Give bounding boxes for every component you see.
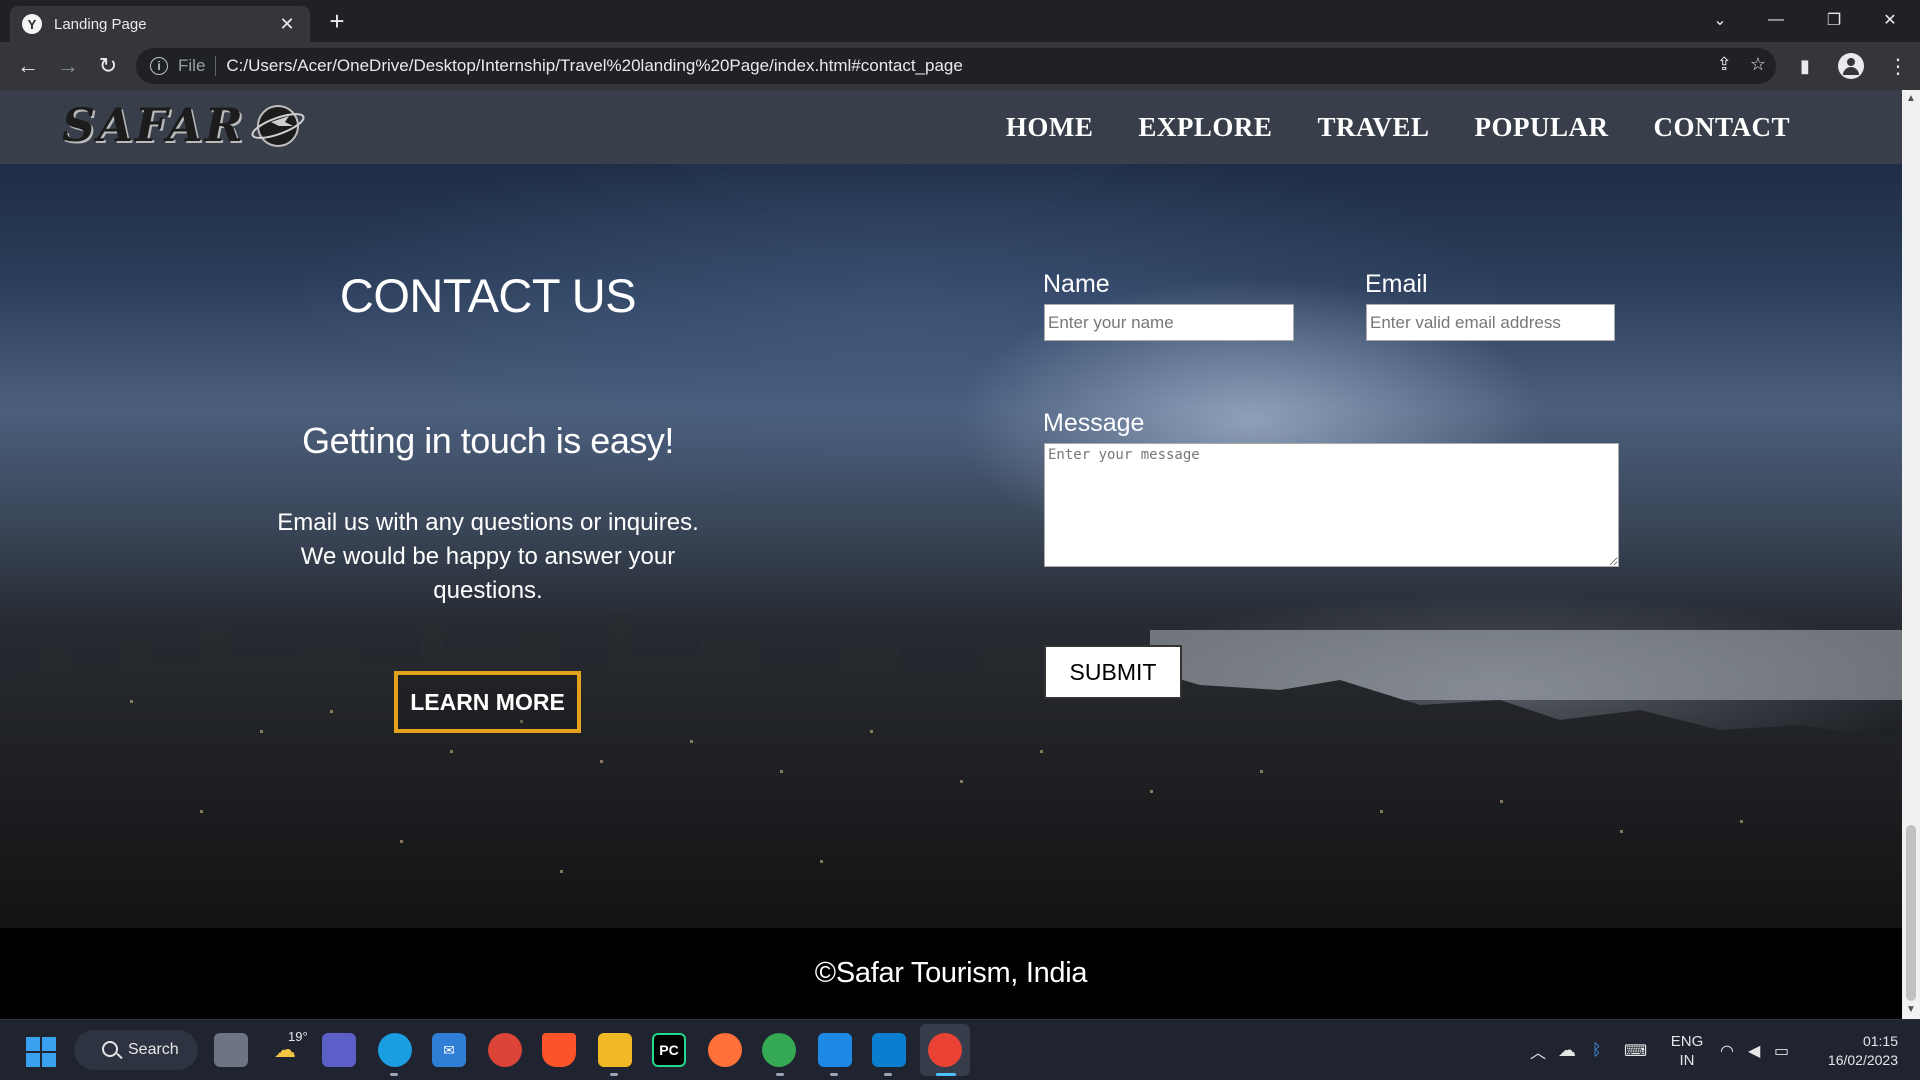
bookmark-star-icon[interactable]: ☆	[1750, 54, 1766, 75]
tab-title: Landing Page	[54, 15, 147, 33]
address-divider	[215, 56, 217, 76]
chrome-active-icon[interactable]	[928, 1033, 962, 1067]
taskbar-search-label: Search	[128, 1041, 179, 1058]
site-footer: ©Safar Tourism, India	[0, 928, 1902, 1019]
scroll-down-arrow-icon[interactable]: ▼	[1902, 1001, 1920, 1019]
contact-title: CONTACT US	[339, 269, 637, 322]
volume-icon[interactable]: ◀	[1748, 1020, 1760, 1080]
language-indicator[interactable]: ENG IN	[1664, 1032, 1710, 1070]
nav-travel[interactable]: TRAVEL	[1317, 112, 1429, 143]
tab-search-chevron-icon[interactable]: ⌄	[1692, 0, 1748, 40]
name-input[interactable]	[1044, 304, 1294, 341]
menu-kebab-icon[interactable]: ⋮	[1888, 42, 1908, 90]
minimize-icon[interactable]: —	[1748, 0, 1804, 40]
chrome-icon[interactable]	[488, 1033, 522, 1067]
tab-close-icon[interactable]: ✕	[276, 14, 298, 35]
new-tab-icon[interactable]: +	[322, 6, 352, 36]
browser-toolbar: ← → ↻ i File C:/Users/Acer/OneDrive/Desk…	[0, 42, 1920, 90]
nav-explore[interactable]: EXPLORE	[1138, 112, 1272, 143]
message-textarea[interactable]	[1044, 443, 1619, 567]
share-icon[interactable]: ⇪	[1717, 54, 1732, 75]
browser-tab-bar: Y Landing Page ✕ + ⌄ — ❐ ✕	[0, 0, 1920, 42]
email-input[interactable]	[1366, 304, 1615, 341]
name-label: Name	[1043, 270, 1110, 298]
tray-overflow-icon[interactable]: ︿	[1530, 1020, 1546, 1080]
pycharm-icon[interactable]: PC	[652, 1033, 686, 1067]
profile-avatar[interactable]	[1838, 42, 1864, 90]
restore-icon[interactable]: ❐	[1806, 0, 1862, 40]
language-secondary: IN	[1679, 1052, 1695, 1069]
teams-chat-icon[interactable]	[322, 1033, 356, 1067]
search-icon	[102, 1041, 118, 1057]
vscode-icon[interactable]	[872, 1033, 906, 1067]
nav-home[interactable]: HOME	[1006, 112, 1094, 143]
nav-popular[interactable]: POPULAR	[1474, 112, 1608, 143]
brave-icon[interactable]	[542, 1033, 576, 1067]
taskbar-search[interactable]: Search	[74, 1030, 198, 1070]
page-scrollbar[interactable]: ▲ ▼	[1902, 90, 1920, 1019]
site-logo[interactable]: SAFAR	[62, 96, 307, 154]
learn-more-button[interactable]: LEARN MORE	[394, 671, 581, 733]
edge-icon[interactable]	[378, 1033, 412, 1067]
contact-description: Email us with any questions or inquires.…	[277, 509, 699, 604]
footer-copyright: ©Safar Tourism, India	[814, 957, 1088, 989]
weather-temperature: 19°	[288, 1029, 308, 1044]
globe-plane-icon	[251, 105, 305, 147]
address-bar[interactable]: i File C:/Users/Acer/OneDrive/Desktop/In…	[136, 48, 1776, 84]
scroll-thumb[interactable]	[1906, 825, 1916, 1001]
side-panel-icon[interactable]: ▮	[1800, 42, 1810, 90]
windows-start-icon[interactable]	[26, 1037, 56, 1067]
windows-taskbar: Search ☁ 19° ✉ PC ︿ ☁ ᛒ ⌨ ENG IN ◠ ◀ ▭ 0…	[0, 1019, 1920, 1080]
nav-contact[interactable]: CONTACT	[1653, 112, 1790, 143]
site-nav: HOME EXPLORE TRAVEL POPULAR CONTACT	[1006, 90, 1790, 164]
contact-section: SAFAR HOME EXPLORE TRAVEL POPULAR CONTAC…	[0, 90, 1902, 928]
system-clock[interactable]: 01:15 16/02/2023	[1808, 1032, 1898, 1070]
notepad-icon[interactable]	[818, 1033, 852, 1067]
logo-wordmark: SAFAR	[62, 98, 245, 152]
back-icon[interactable]: ←	[8, 46, 48, 86]
clock-time: 01:15	[1862, 1033, 1898, 1049]
site-info-icon[interactable]: i	[150, 57, 168, 75]
file-explorer-icon[interactable]	[598, 1033, 632, 1067]
mail-icon[interactable]: ✉	[432, 1033, 466, 1067]
page-viewport: SAFAR HOME EXPLORE TRAVEL POPULAR CONTAC…	[0, 90, 1902, 1019]
email-label: Email	[1365, 270, 1428, 298]
keyboard-icon[interactable]: ⌨	[1624, 1020, 1647, 1080]
forward-icon[interactable]: →	[48, 46, 88, 86]
scroll-up-arrow-icon[interactable]: ▲	[1902, 90, 1920, 108]
close-window-icon[interactable]: ✕	[1862, 0, 1918, 40]
firefox-icon[interactable]	[708, 1033, 742, 1067]
submit-button[interactable]: SUBMIT	[1044, 645, 1182, 699]
url-text[interactable]: C:/Users/Acer/OneDrive/Desktop/Internshi…	[226, 56, 962, 76]
language-primary: ENG	[1670, 1033, 1704, 1050]
bluetooth-icon[interactable]: ᛒ	[1592, 1020, 1602, 1080]
site-navbar: SAFAR HOME EXPLORE TRAVEL POPULAR CONTAC…	[0, 90, 1902, 164]
browser-tab[interactable]: Y Landing Page ✕	[10, 6, 310, 42]
task-view-icon[interactable]	[214, 1033, 248, 1067]
scheme-label: File	[178, 56, 206, 75]
city-skyline-background	[0, 610, 1902, 928]
wifi-icon[interactable]: ◠	[1720, 1020, 1734, 1080]
contact-subtitle: Getting in touch is easy!	[302, 420, 674, 461]
battery-icon[interactable]: ▭	[1774, 1020, 1789, 1080]
clock-date: 16/02/2023	[1827, 1052, 1898, 1068]
tab-favicon-icon: Y	[22, 14, 42, 34]
message-label: Message	[1043, 409, 1145, 437]
onedrive-icon[interactable]: ☁	[1558, 1020, 1576, 1080]
chrome-profile-icon[interactable]	[762, 1033, 796, 1067]
reload-icon[interactable]: ↻	[88, 46, 128, 86]
